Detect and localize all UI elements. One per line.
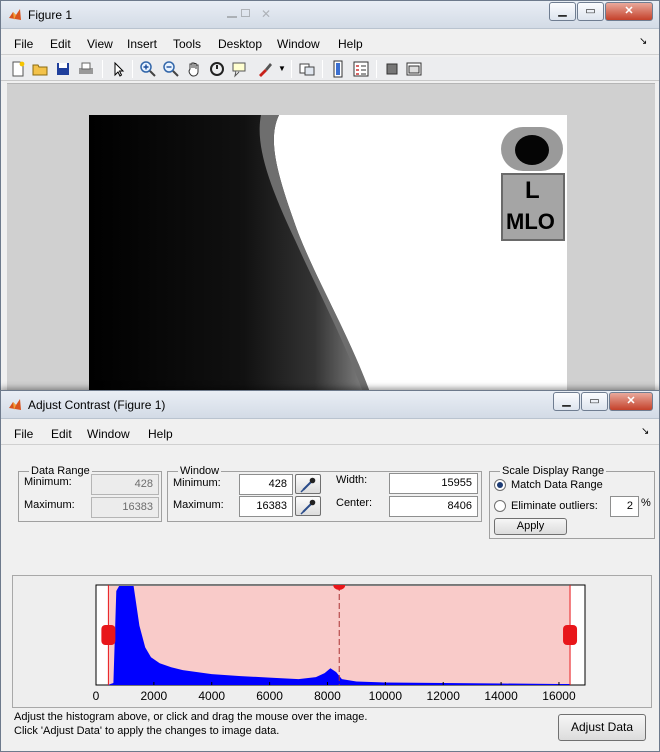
x-tick-label: 6000 [256, 689, 283, 703]
x-tick-label: 4000 [198, 689, 226, 703]
x-tick-label: 2000 [140, 689, 168, 703]
histogram-chart[interactable] [0, 0, 660, 752]
x-tick-label: 16000 [542, 689, 576, 703]
window-min-handle[interactable] [101, 625, 116, 645]
x-tick-label: 14000 [484, 689, 518, 703]
x-tick-label: 10000 [368, 689, 403, 703]
x-tick-label: 8000 [314, 689, 341, 703]
x-tick-label: 0 [92, 689, 100, 703]
window-max-handle[interactable] [563, 625, 578, 645]
x-tick-label: 12000 [426, 689, 460, 703]
